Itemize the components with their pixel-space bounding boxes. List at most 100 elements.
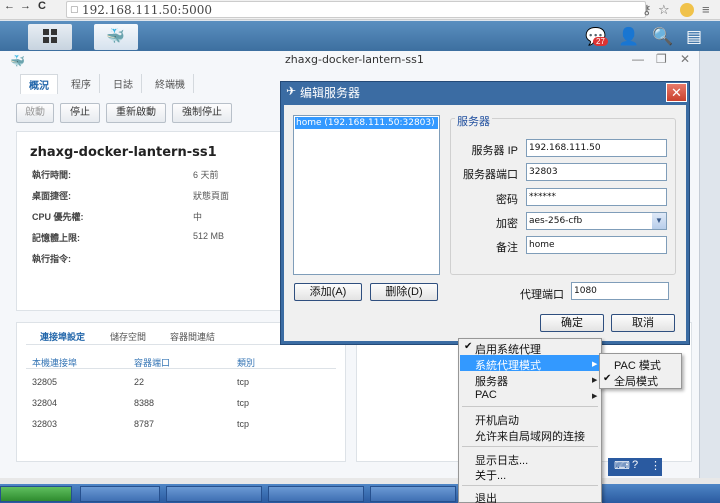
taskbar-item[interactable] [80, 486, 160, 502]
cancel-button[interactable]: 取消 [611, 314, 675, 332]
delete-server-button[interactable]: 删除(D) [370, 283, 438, 301]
docker-whale-icon: 🐳 [106, 28, 125, 45]
extension-icon[interactable] [680, 3, 694, 17]
menu-item-enable-proxy[interactable]: 启用系统代理 [475, 341, 541, 357]
proxy-port-input[interactable]: 1080 [571, 282, 669, 300]
submenu-item-global-mode[interactable]: 全局模式 [614, 373, 658, 389]
tab-log[interactable]: 日誌 [105, 74, 142, 93]
table-cell: 32803 [32, 419, 58, 429]
checkmark-icon: ✔ [464, 341, 473, 352]
taskbar-item[interactable] [268, 486, 364, 502]
port-input[interactable]: 32803 [526, 163, 667, 181]
menu-item-show-log[interactable]: 显示日志... [475, 452, 528, 468]
notification-badge: 27 [593, 37, 608, 46]
search-icon[interactable]: 🔍 [652, 27, 673, 47]
tab-process[interactable]: 程序 [63, 74, 100, 93]
table-cell: tcp [237, 398, 250, 408]
ok-button[interactable]: 确定 [540, 314, 604, 332]
remark-label: 备注 [496, 242, 518, 254]
user-icon[interactable]: 👤 [618, 27, 639, 47]
menu-separator [462, 446, 598, 447]
tab-links[interactable]: 容器間連結 [170, 330, 215, 343]
menu-item-about[interactable]: 关于... [475, 467, 506, 483]
info-value: 中 [193, 212, 203, 222]
info-value: 狀態頁面 [193, 191, 230, 201]
dialog-close-button[interactable]: ✕ [666, 83, 687, 102]
star-icon[interactable]: ☆ [658, 2, 670, 18]
taskbar-item[interactable] [166, 486, 262, 502]
submenu-arrow-icon: ▶ [592, 361, 598, 368]
menu-item-proxy-mode[interactable]: 系統代理模式 [475, 357, 541, 373]
keyboard-icon[interactable]: ⌨ [614, 459, 630, 472]
server-list[interactable] [293, 115, 440, 275]
info-value: 6 天前 [193, 170, 219, 180]
window-title: zhaxg-docker-lantern-ss1 [285, 53, 424, 66]
menu-item-allow-lan[interactable]: 允许来自局域网的连接 [475, 428, 585, 444]
table-cell: 32804 [32, 398, 58, 408]
add-server-button[interactable]: 添加(A) [294, 283, 362, 301]
info-value: 512 MB [193, 231, 225, 241]
reload-icon[interactable]: C [38, 0, 46, 12]
info-label: 執行時間: [32, 170, 71, 180]
container-name: zhaxg-docker-lantern-ss1 [30, 145, 217, 160]
docker-logo-icon: 🐳 [10, 54, 25, 68]
encryption-select[interactable]: aes-256-cfb [526, 212, 667, 230]
info-label: 記憶體上限: [32, 233, 80, 243]
info-label: CPU 優先權: [32, 212, 84, 222]
grid-icon [43, 29, 49, 35]
widgets-icon[interactable]: ▤ [686, 27, 702, 47]
ip-input[interactable]: 192.168.111.50 [526, 139, 667, 157]
tab-port-settings[interactable]: 連接埠設定 [40, 330, 85, 343]
taskbar-item[interactable] [370, 486, 456, 502]
info-label: 執行指令: [32, 254, 71, 264]
dialog-title: 编辑服务器 [300, 86, 361, 100]
menu-item-quit[interactable]: 退出 [475, 490, 497, 503]
start-button[interactable] [0, 486, 72, 502]
minimize-icon[interactable]: — [632, 52, 644, 66]
close-icon[interactable]: ✕ [680, 52, 690, 66]
url-text[interactable]: 192.168.111.50:5000 [82, 3, 212, 17]
stop-button[interactable]: 停止 [60, 103, 100, 123]
table-cell: 32805 [32, 377, 58, 387]
table-cell: tcp [237, 377, 250, 387]
help-icon[interactable]: ? [632, 459, 638, 471]
force-stop-button[interactable]: 強制停止 [172, 103, 232, 123]
submenu-item-pac-mode[interactable]: PAC 模式 [614, 357, 661, 373]
password-label: 密码 [496, 194, 518, 206]
table-cell: 8388 [134, 398, 155, 408]
system-tray[interactable]: ⌨ ? ⋮ [608, 458, 662, 476]
tab-overview[interactable]: 概況 [20, 74, 58, 94]
page-icon: ▢ [70, 4, 79, 14]
restart-button[interactable]: 重新啟動 [106, 103, 166, 123]
tray-expand-icon[interactable]: ⋮ [650, 459, 661, 472]
tab-terminal[interactable]: 終端機 [147, 74, 194, 93]
proxy-port-label: 代理端口 [520, 289, 564, 301]
menu-icon[interactable]: ≡ [702, 2, 710, 17]
forward-icon[interactable]: → [20, 0, 31, 12]
port-label: 服务器端口 [463, 169, 518, 181]
submenu-arrow-icon: ▶ [592, 377, 598, 384]
tab-storage[interactable]: 儲存空間 [110, 330, 146, 343]
back-icon[interactable]: ← [4, 0, 15, 12]
checkmark-icon: ✔ [603, 373, 612, 384]
submenu-arrow-icon: ▶ [592, 393, 598, 400]
password-input[interactable]: ****** [526, 188, 667, 206]
menu-item-autostart[interactable]: 开机启动 [475, 412, 519, 428]
start-button[interactable]: 啟動 [16, 103, 54, 123]
menu-separator [462, 485, 598, 486]
list-item[interactable]: home (192.168.111.50:32803) [295, 117, 438, 129]
chevron-down-icon[interactable]: ▼ [652, 213, 666, 229]
group-title: 服务器 [455, 113, 492, 129]
table-cell: tcp [237, 419, 250, 429]
key-icon[interactable]: ⚷ [642, 2, 652, 18]
menu-item-servers[interactable]: 服务器 [475, 373, 508, 389]
table-cell: 8787 [134, 419, 155, 429]
info-label: 桌面捷徑: [32, 191, 71, 201]
maximize-icon[interactable]: ❐ [656, 52, 667, 66]
remark-input[interactable]: home [526, 236, 667, 254]
encryption-label: 加密 [496, 218, 518, 230]
main-menu-button[interactable] [28, 24, 72, 50]
menu-item-pac[interactable]: PAC [475, 389, 497, 401]
docker-taskbar-button[interactable]: 🐳 [94, 24, 138, 50]
ip-label: 服务器 IP [471, 145, 518, 157]
